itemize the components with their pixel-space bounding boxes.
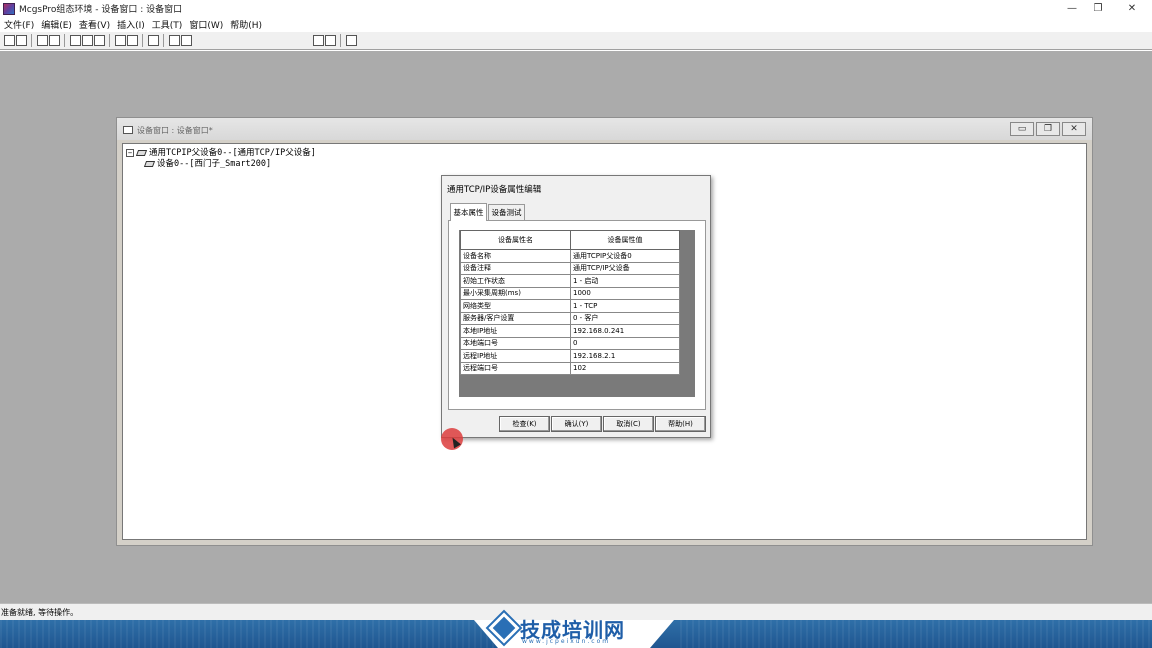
copy-icon[interactable] — [82, 35, 93, 46]
menu-help[interactable]: 帮助(H) — [230, 18, 262, 31]
app-logo-icon — [3, 2, 15, 15]
app-title: McgsPro组态环境 - 设备窗口 : 设备窗口 — [19, 5, 183, 15]
table-row[interactable]: 网络类型 1 - TCP — [460, 299, 680, 313]
table-row[interactable]: 最小采集周期(ms) 1000 — [460, 286, 680, 300]
menu-tools[interactable]: 工具(T) — [152, 18, 183, 31]
tab-panel: 设备属性名 设备属性值 设备名称 通用TCPIP父设备0 设备注释 通用TCP/IP… — [448, 220, 706, 410]
help-icon[interactable] — [346, 35, 357, 46]
tree-item-child-label: 设备0--[西门子_Smart200] — [157, 159, 272, 169]
tab-device-test[interactable]: 设备测试 — [488, 204, 525, 220]
banner-stripe-left — [0, 620, 540, 648]
device-window-restore-button[interactable]: ❐ — [1036, 122, 1060, 136]
property-value[interactable]: 192.168.2.1 — [570, 349, 680, 363]
property-value[interactable]: 1000 — [570, 286, 680, 300]
property-name: 网络类型 — [460, 299, 571, 313]
redo-icon[interactable] — [127, 35, 138, 46]
app-titlebar: McgsPro组态环境 - 设备窗口 : 设备窗口 — ❐ ✕ — [0, 0, 1152, 17]
table-row[interactable]: 初始工作状态 1 - 启动 — [460, 274, 680, 288]
collapse-icon[interactable]: − — [126, 148, 134, 157]
property-value[interactable]: 通用TCPIP父设备0 — [570, 249, 680, 263]
window-list-icon[interactable] — [181, 35, 192, 46]
property-name: 本地IP地址 — [460, 324, 571, 338]
menu-file[interactable]: 文件(F) — [4, 18, 34, 31]
table-row[interactable]: 设备注释 通用TCP/IP父设备 — [460, 261, 680, 275]
property-grid-frame: 设备属性名 设备属性值 设备名称 通用TCPIP父设备0 设备注释 通用TCP/IP… — [459, 230, 695, 397]
device-icon — [135, 149, 148, 156]
download-icon[interactable] — [325, 35, 336, 46]
new-project-icon[interactable] — [4, 35, 15, 46]
property-name: 服务器/客户设置 — [460, 311, 571, 325]
device-window-close-button[interactable]: ✕ — [1062, 122, 1086, 136]
dialog-title: 通用TCP/IP设备属性编辑 — [447, 185, 542, 195]
table-row[interactable]: 设备名称 通用TCPIP父设备0 — [460, 249, 680, 263]
property-name: 初始工作状态 — [460, 274, 571, 288]
menu-window[interactable]: 窗口(W) — [189, 18, 223, 31]
tools-icon[interactable] — [148, 35, 159, 46]
property-grid: 设备属性名 设备属性值 设备名称 通用TCPIP父设备0 设备注释 通用TCP/IP… — [460, 230, 680, 375]
toolbar-separator — [163, 34, 164, 47]
brand-url: www.jcpeixun.com — [522, 638, 611, 645]
device-window-minimize-button[interactable]: ▭ — [1010, 122, 1034, 136]
toolbar-separator — [142, 34, 143, 47]
property-name: 远程IP地址 — [460, 349, 571, 363]
table-row[interactable]: 本地端口号 0 — [460, 336, 680, 350]
tab-basic-properties[interactable]: 基本属性 — [450, 203, 487, 221]
menu-edit[interactable]: 编辑(E) — [41, 18, 72, 31]
save-icon[interactable] — [16, 35, 27, 46]
properties-icon[interactable] — [169, 35, 180, 46]
undo-icon[interactable] — [115, 35, 126, 46]
device-properties-dialog: 通用TCP/IP设备属性编辑 基本属性 设备测试 设备属性名 设备属性值 设备名… — [441, 175, 711, 438]
print-preview-icon[interactable] — [49, 35, 60, 46]
property-value[interactable]: 0 — [570, 336, 680, 350]
status-text: 准备就绪, 等待操作。 — [1, 608, 79, 617]
table-row[interactable]: 远程IP地址 192.168.2.1 — [460, 349, 680, 363]
table-row[interactable]: 本地IP地址 192.168.0.241 — [460, 324, 680, 338]
toolbar — [0, 32, 1152, 50]
property-value[interactable]: 1 - TCP — [570, 299, 680, 313]
property-value[interactable]: 192.168.0.241 — [570, 324, 680, 338]
property-value[interactable]: 1 - 启动 — [570, 274, 680, 288]
cut-icon[interactable] — [70, 35, 81, 46]
tree-item-child-device[interactable]: 设备0--[西门子_Smart200] — [143, 157, 272, 169]
property-value[interactable]: 0 - 客户 — [570, 311, 680, 325]
toolbar-separator — [31, 34, 32, 47]
property-name: 设备注释 — [460, 261, 571, 275]
property-name: 最小采集周期(ms) — [460, 286, 571, 300]
property-name: 本地端口号 — [460, 336, 571, 350]
column-header-property-name[interactable]: 设备属性名 — [460, 230, 571, 250]
device-icon — [143, 160, 156, 167]
help-button[interactable]: 帮助(H) — [655, 416, 706, 432]
paste-icon[interactable] — [94, 35, 105, 46]
table-row[interactable]: 服务器/客户设置 0 - 客户 — [460, 311, 680, 325]
cancel-button[interactable]: 取消(C) — [603, 416, 654, 432]
property-name: 远程端口号 — [460, 361, 571, 375]
banner-stripe-right — [680, 620, 1152, 648]
close-window-button[interactable]: ✕ — [1114, 0, 1150, 17]
property-name: 设备名称 — [460, 249, 571, 263]
menu-insert[interactable]: 插入(I) — [117, 18, 145, 31]
property-value[interactable]: 通用TCP/IP父设备 — [570, 261, 680, 275]
property-value[interactable]: 102 — [570, 361, 680, 375]
maximize-window-button[interactable]: ❐ — [1080, 0, 1116, 17]
toolbar-separator — [109, 34, 110, 47]
device-window-title: 设备窗口 : 设备窗口* — [137, 126, 213, 135]
toolbar-separator — [64, 34, 65, 47]
table-row[interactable]: 远程端口号 102 — [460, 361, 680, 375]
confirm-button[interactable]: 确认(Y) — [551, 416, 602, 432]
device-window-titlebar[interactable]: 设备窗口 : 设备窗口* ▭ ❐ ✕ — [117, 118, 1092, 140]
menu-view[interactable]: 查看(V) — [79, 18, 110, 31]
column-header-property-value[interactable]: 设备属性值 — [570, 230, 680, 250]
check-button[interactable]: 检查(K) — [499, 416, 550, 432]
device-window-icon — [123, 126, 133, 134]
print-icon[interactable] — [37, 35, 48, 46]
menu-bar: 文件(F) 编辑(E) 查看(V) 插入(I) 工具(T) 窗口(W) 帮助(H… — [0, 17, 1152, 32]
check-icon[interactable] — [313, 35, 324, 46]
toolbar-separator — [340, 34, 341, 47]
